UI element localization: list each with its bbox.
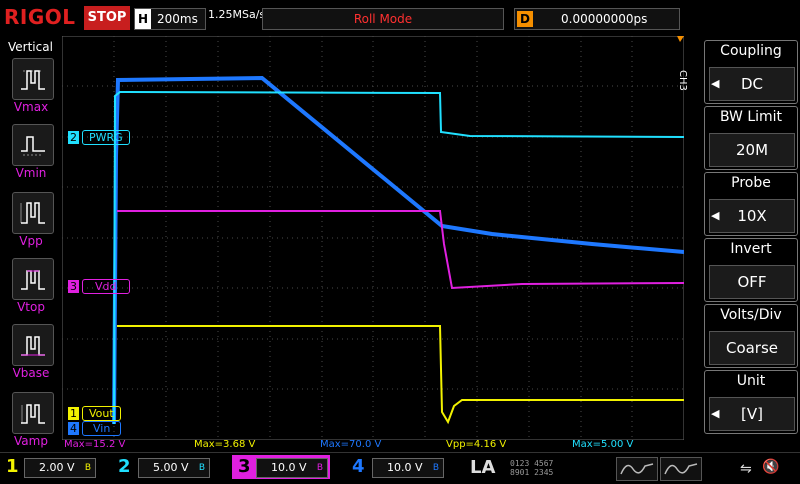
ch2-label[interactable]: 2 PWRG: [68, 130, 130, 145]
unit-menu[interactable]: Unit [V] ◀: [704, 370, 798, 434]
timebase-display[interactable]: H 200ms: [134, 8, 206, 30]
ch1-label-num: 1: [68, 407, 79, 420]
vtop-button[interactable]: [12, 258, 54, 300]
ch2-bw-icon: B: [198, 463, 205, 473]
ch4-scale-value: 10.0 V: [387, 461, 423, 474]
ch1-label[interactable]: 1 Vout: [68, 406, 121, 421]
vamp-icon: [21, 404, 45, 424]
ch3-label[interactable]: 3 Vdd: [68, 279, 130, 294]
measurement-ch2-max: Max=5.00 V: [572, 439, 634, 450]
vbase-icon: [21, 336, 45, 356]
speaker-mute-icon[interactable]: 🔇: [762, 459, 779, 475]
invert-value: OFF: [709, 265, 795, 299]
vpp-label: Vpp: [19, 234, 43, 248]
invert-title: Invert: [730, 241, 772, 257]
vtop-icon: [21, 270, 45, 290]
vmax-button[interactable]: [12, 58, 54, 100]
vpp-icon: [20, 202, 45, 224]
ch4-label[interactable]: 4 Vin: [68, 421, 122, 436]
ch3-scale-value: 10.0 V: [271, 461, 307, 474]
coupling-value: DC: [709, 67, 795, 101]
measurement-bar: Max=15.2 V Max=3.68 V Max=70.0 V Vpp=4.1…: [62, 439, 684, 451]
ch4-bw-icon: B: [432, 463, 439, 473]
run-stop-indicator[interactable]: STOP: [84, 6, 130, 30]
ch1-number[interactable]: 1: [6, 456, 19, 477]
vmin-label: Vmin: [15, 166, 47, 180]
probe-menu[interactable]: Probe 10X ◀: [704, 172, 798, 236]
volts-div-title: Volts/Div: [720, 307, 782, 323]
ch4-number[interactable]: 4: [352, 456, 365, 477]
ch2-label-name: PWRG: [82, 130, 130, 145]
ch2-number[interactable]: 2: [118, 456, 131, 477]
bw-limit-menu[interactable]: BW Limit 20M: [704, 106, 798, 170]
measurement-ch1-vpp: Vpp=4.16 V: [446, 439, 507, 450]
timebase-value: 200ms: [157, 12, 198, 26]
measure-panel-title: Vertical: [8, 40, 53, 54]
coupling-title: Coupling: [720, 43, 782, 59]
delay-value: 0.00000000ps: [561, 12, 648, 26]
trigger-mode-display[interactable]: Roll Mode: [262, 8, 504, 30]
delay-display[interactable]: D 0.00000000ps: [514, 8, 680, 30]
ch3-number[interactable]: 3: [238, 456, 251, 477]
measurement-ch4-max: Max=70.0 V: [320, 439, 382, 450]
vtop-label: Vtop: [17, 300, 45, 314]
vmin-icon: [21, 136, 45, 156]
vmin-button[interactable]: [12, 124, 54, 166]
coupling-menu[interactable]: Coupling DC ◀: [704, 40, 798, 104]
channel-status-bar: 1 2.00 V B 2 5.00 V B 3 10.0 V B 4 10.0 …: [0, 452, 800, 481]
ch3-label-name: Vdd: [82, 279, 130, 294]
vmax-icon: [21, 70, 45, 90]
sample-rate: 1.25MSa/s: [208, 8, 266, 21]
ch2-label-num: 2: [68, 131, 79, 144]
coupling-arrow-icon: ◀: [711, 77, 720, 90]
measurement-ch3-max: Max=15.2 V: [64, 439, 126, 450]
la-bits-row1: 0123 4567: [510, 459, 554, 468]
logic-analyzer-bits: 0123 4567 8901 2345: [510, 459, 553, 477]
ch2-scale[interactable]: 5.00 V B: [138, 458, 210, 478]
menu-channel-tag: CH3: [677, 70, 688, 91]
unit-arrow-icon: ◀: [711, 407, 720, 420]
probe-title: Probe: [731, 175, 771, 191]
top-status-bar: RIGOL STOP H 200ms 1.25MSa/s Roll Mode D…: [0, 0, 800, 36]
logic-analyzer-button[interactable]: LA: [470, 457, 495, 478]
source1-wave-icon[interactable]: [616, 457, 658, 481]
waveform-display[interactable]: [62, 36, 684, 440]
vpp-button[interactable]: [12, 192, 54, 234]
bw-limit-title: BW Limit: [719, 109, 783, 125]
ch4-label-num: 4: [68, 422, 79, 435]
bw-limit-value: 20M: [709, 133, 795, 167]
delay-key: D: [517, 11, 533, 27]
ch1-bw-icon: B: [84, 463, 91, 473]
source2-wave-icon[interactable]: [660, 457, 702, 481]
volts-div-menu[interactable]: Volts/Div Coarse: [704, 304, 798, 368]
ch1-scale-value: 2.00 V: [39, 461, 75, 474]
vbase-label: Vbase: [12, 366, 50, 380]
unit-title: Unit: [736, 373, 766, 389]
brand-logo: RIGOL: [4, 5, 76, 29]
volts-div-value: Coarse: [709, 331, 795, 365]
ch2-scale-value: 5.00 V: [153, 461, 189, 474]
unit-value: [V]: [709, 397, 795, 431]
measurement-ch1-max: Max=3.68 V: [194, 439, 256, 450]
ch1-label-name: Vout: [82, 406, 121, 421]
probe-value: 10X: [709, 199, 795, 233]
ch3-scale[interactable]: 10.0 V B: [256, 458, 328, 478]
vmax-label: Vmax: [13, 100, 49, 114]
usb-icon: ⇋: [740, 461, 752, 477]
la-bits-row2: 8901 2345: [510, 468, 554, 477]
vamp-label: Vamp: [14, 434, 48, 448]
probe-arrow-icon: ◀: [711, 209, 720, 222]
vbase-button[interactable]: [12, 324, 54, 366]
ch4-scale[interactable]: 10.0 V B: [372, 458, 444, 478]
vamp-button[interactable]: [12, 392, 54, 434]
invert-menu[interactable]: Invert OFF: [704, 238, 798, 302]
ch1-scale[interactable]: 2.00 V B: [24, 458, 96, 478]
ch4-label-name: Vin: [82, 421, 122, 436]
ch3-label-num: 3: [68, 280, 79, 293]
ch3-bw-icon: B: [316, 463, 323, 473]
timebase-key: H: [135, 9, 151, 29]
